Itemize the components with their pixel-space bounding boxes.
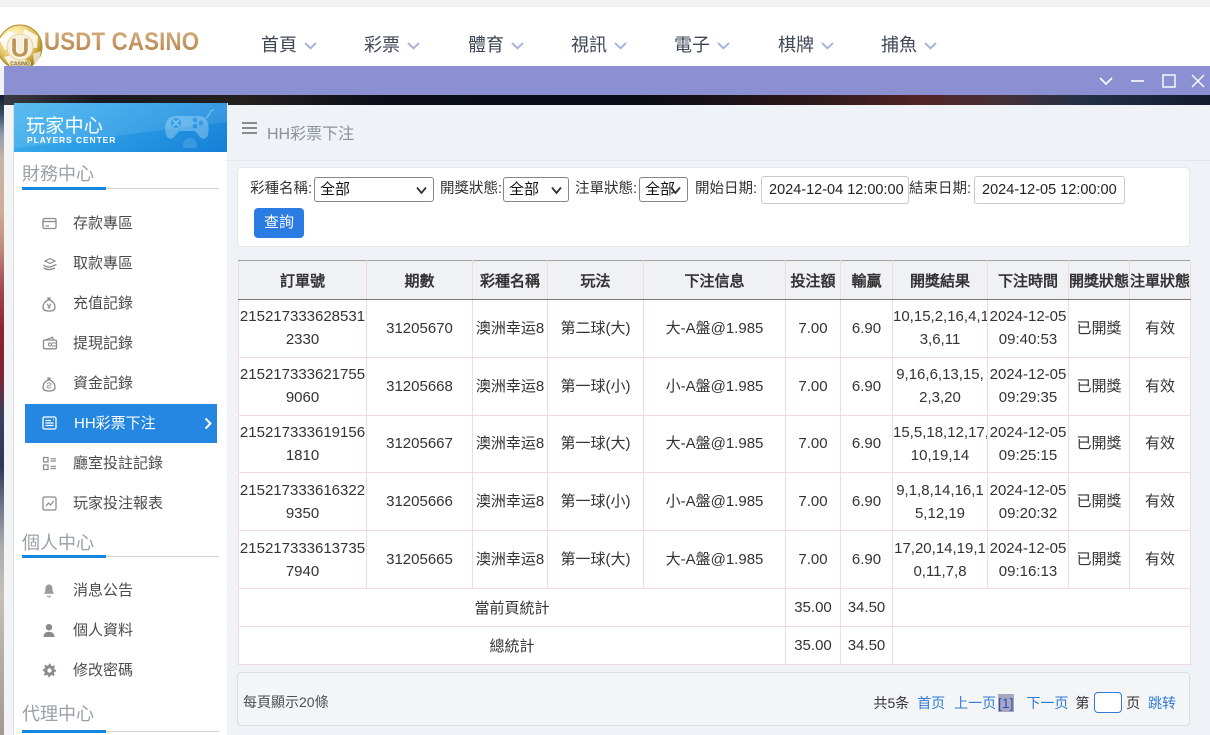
svg-text:U: U (11, 33, 30, 63)
